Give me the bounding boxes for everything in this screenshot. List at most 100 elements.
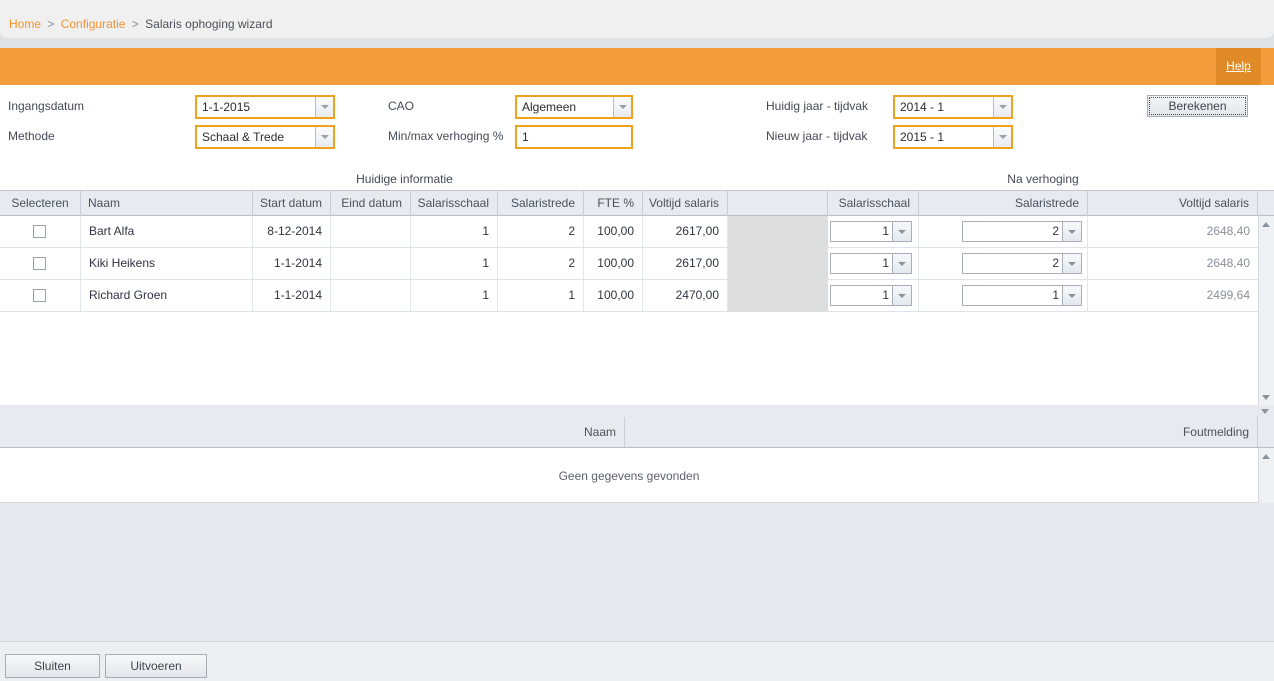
breadcrumb-panel: Home > Configuratie > Salaris ophoging w… bbox=[0, 0, 1274, 38]
breadcrumb-configuratie-link[interactable]: Configuratie bbox=[61, 17, 126, 31]
scroll-down-icon[interactable] bbox=[1258, 405, 1273, 417]
minmax-verhoging-input[interactable]: 1 bbox=[515, 125, 633, 149]
cell-eind-datum bbox=[331, 280, 411, 311]
chevron-down-icon[interactable] bbox=[892, 286, 911, 305]
new-salaristrede-select[interactable]: 2 bbox=[962, 221, 1082, 242]
cell-start-datum: 1-1-2014 bbox=[253, 248, 331, 279]
methode-select[interactable]: Schaal & Trede bbox=[195, 125, 335, 149]
cell-salarisschaal: 1 bbox=[411, 216, 498, 247]
filter-form: Ingangsdatum 1-1-2015 Methode Schaal & T… bbox=[0, 85, 1274, 168]
cell-naam: Bart Alfa bbox=[81, 216, 253, 247]
huidig-jaar-value: 2014 - 1 bbox=[900, 100, 945, 114]
breadcrumb-separator-2: > bbox=[131, 17, 139, 31]
chevron-down-icon[interactable] bbox=[1062, 254, 1081, 273]
column-header-new-voltijd-salaris[interactable]: Voltijd salaris bbox=[1088, 191, 1258, 216]
column-header-start-datum[interactable]: Start datum bbox=[253, 191, 331, 216]
cell-eind-datum bbox=[331, 248, 411, 279]
new-salaristrede-select[interactable]: 1 bbox=[962, 285, 1082, 306]
cell-naam: Kiki Heikens bbox=[81, 248, 253, 279]
row-checkbox[interactable] bbox=[33, 225, 46, 238]
column-header-salarisschaal[interactable]: Salarisschaal bbox=[411, 191, 498, 216]
row-select-cell[interactable] bbox=[0, 248, 81, 279]
chevron-down-icon[interactable] bbox=[993, 97, 1011, 117]
minmax-verhoging-value: 1 bbox=[522, 130, 529, 144]
chevron-down-icon[interactable] bbox=[613, 97, 631, 117]
huidig-jaar-select[interactable]: 2014 - 1 bbox=[893, 95, 1013, 119]
column-header-selecteren[interactable]: Selecteren bbox=[0, 191, 81, 216]
chevron-down-icon[interactable] bbox=[1062, 286, 1081, 305]
column-header-new-salaristrede[interactable]: Salaristrede bbox=[919, 191, 1088, 216]
new-salarisschaal-select[interactable]: 1 bbox=[830, 253, 912, 274]
new-salaristrede-value: 2 bbox=[1052, 224, 1059, 238]
minmax-verhoging-label: Min/max verhoging % bbox=[388, 129, 504, 143]
breadcrumb-home-link[interactable]: Home bbox=[9, 17, 41, 31]
row-select-cell[interactable] bbox=[0, 280, 81, 311]
column-header-new-salarisschaal[interactable]: Salarisschaal bbox=[828, 191, 919, 216]
employee-grid-scrollbar[interactable] bbox=[1258, 216, 1274, 405]
group-caption-huidige-informatie: Huidige informatie bbox=[356, 172, 453, 186]
cao-select[interactable]: Algemeen bbox=[515, 95, 633, 119]
ingangsdatum-value: 1-1-2015 bbox=[202, 100, 251, 114]
column-header-error-foutmelding[interactable]: Foutmelding bbox=[625, 417, 1258, 447]
column-header-voltijd-salaris[interactable]: Voltijd salaris bbox=[643, 191, 728, 216]
scroll-up-icon[interactable] bbox=[1259, 448, 1274, 464]
chevron-down-icon[interactable] bbox=[315, 97, 333, 117]
cell-spacer bbox=[728, 248, 828, 279]
page-filler bbox=[0, 503, 1274, 641]
cell-eind-datum bbox=[331, 216, 411, 247]
chevron-down-icon[interactable] bbox=[993, 127, 1011, 147]
error-grid-scrollbar[interactable] bbox=[1258, 448, 1274, 503]
breadcrumb-current-page: Salaris ophoging wizard bbox=[145, 17, 273, 31]
row-checkbox[interactable] bbox=[33, 289, 46, 302]
breadcrumb-bar: Home > Configuratie > Salaris ophoging w… bbox=[0, 0, 1274, 48]
column-header-eind-datum[interactable]: Eind datum bbox=[331, 191, 411, 216]
error-grid-empty-message: Geen gegevens gevonden bbox=[558, 469, 700, 483]
cell-spacer bbox=[728, 280, 828, 311]
cell-salaristrede: 1 bbox=[498, 280, 584, 311]
berekenen-button[interactable]: Berekenen bbox=[1147, 95, 1248, 117]
employee-grid: Selecteren Naam Start datum Eind datum S… bbox=[0, 190, 1274, 405]
uitvoeren-button[interactable]: Uitvoeren bbox=[105, 654, 207, 678]
column-header-salaristrede[interactable]: Salaristrede bbox=[498, 191, 584, 216]
cell-new-salaristrede: 2 bbox=[919, 248, 1088, 279]
chevron-down-icon[interactable] bbox=[315, 127, 333, 147]
scroll-up-icon[interactable] bbox=[1259, 216, 1274, 232]
table-row[interactable]: Kiki Heikens 1-1-2014 1 2 100,00 2617,00… bbox=[0, 248, 1258, 280]
row-checkbox[interactable] bbox=[33, 257, 46, 270]
chevron-down-icon[interactable] bbox=[892, 222, 911, 241]
new-salarisschaal-select[interactable]: 1 bbox=[830, 285, 912, 306]
error-grid-body: Geen gegevens gevonden bbox=[0, 448, 1258, 503]
column-header-fte[interactable]: FTE % bbox=[584, 191, 643, 216]
chevron-down-icon[interactable] bbox=[1062, 222, 1081, 241]
help-button[interactable]: Help bbox=[1216, 48, 1261, 85]
table-row[interactable]: Bart Alfa 8-12-2014 1 2 100,00 2617,00 1… bbox=[0, 216, 1258, 248]
toolbar: Help bbox=[0, 48, 1274, 85]
cell-new-salaristrede: 2 bbox=[919, 216, 1088, 247]
breadcrumb: Home > Configuratie > Salaris ophoging w… bbox=[9, 17, 273, 31]
cell-naam: Richard Groen bbox=[81, 280, 253, 311]
group-caption-na-verhoging: Na verhoging bbox=[1007, 172, 1079, 186]
new-salaristrede-select[interactable]: 2 bbox=[962, 253, 1082, 274]
nieuw-jaar-select[interactable]: 2015 - 1 bbox=[893, 125, 1013, 149]
row-select-cell[interactable] bbox=[0, 216, 81, 247]
column-header-spacer bbox=[728, 191, 828, 216]
cell-spacer bbox=[728, 216, 828, 247]
error-grid: Naam Foutmelding Geen gegevens gevonden bbox=[0, 405, 1274, 503]
column-header-naam[interactable]: Naam bbox=[81, 191, 253, 216]
cao-value: Algemeen bbox=[522, 100, 577, 114]
scroll-down-icon[interactable] bbox=[1259, 389, 1274, 405]
employee-grid-header: Selecteren Naam Start datum Eind datum S… bbox=[0, 190, 1274, 216]
cell-salarisschaal: 1 bbox=[411, 248, 498, 279]
column-header-error-naam[interactable]: Naam bbox=[0, 417, 625, 447]
cell-start-datum: 8-12-2014 bbox=[253, 216, 331, 247]
cell-salaristrede: 2 bbox=[498, 248, 584, 279]
cell-salarisschaal: 1 bbox=[411, 280, 498, 311]
cell-new-salarisschaal: 1 bbox=[828, 248, 919, 279]
error-grid-header: Naam Foutmelding bbox=[0, 417, 1274, 448]
new-salarisschaal-select[interactable]: 1 bbox=[830, 221, 912, 242]
sluiten-button[interactable]: Sluiten bbox=[5, 654, 100, 678]
table-row[interactable]: Richard Groen 1-1-2014 1 1 100,00 2470,0… bbox=[0, 280, 1258, 312]
ingangsdatum-select[interactable]: 1-1-2015 bbox=[195, 95, 335, 119]
cell-new-salarisschaal: 1 bbox=[828, 280, 919, 311]
chevron-down-icon[interactable] bbox=[892, 254, 911, 273]
